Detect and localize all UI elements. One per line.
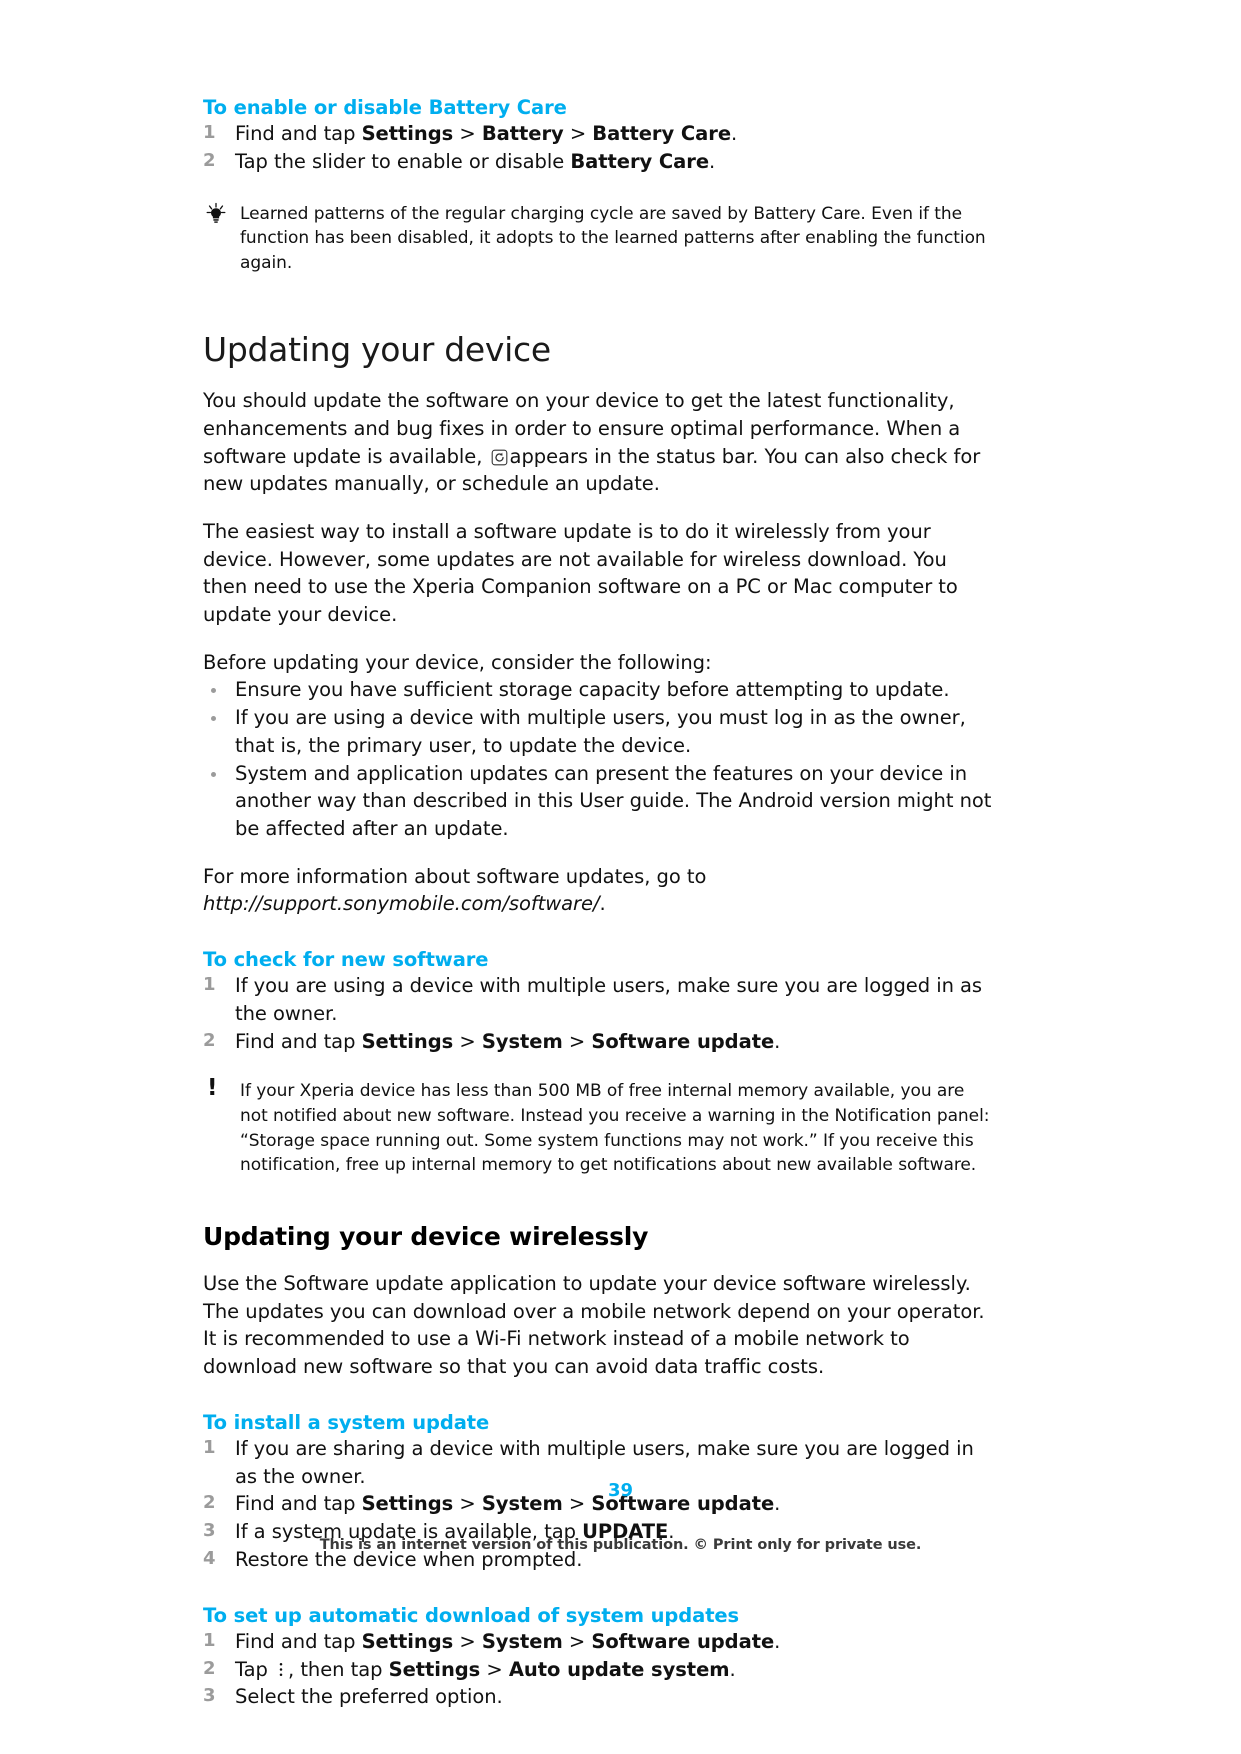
step-number: 1 [203,974,216,996]
heading-auto-download-updates: To set up automatic download of system u… [203,1603,740,1627]
step-number: 1 [203,122,216,144]
battery-care-steps: 1 Find and tap Settings > Battery > Batt… [203,120,993,175]
exclamation-icon: ! [207,1075,218,1102]
list-item: 3 Select the preferred option. [203,1683,993,1711]
page-number: 39 [607,1480,634,1501]
step-text: If you are using a device with multiple … [235,974,983,1026]
list-item: Ensure you have sufficient storage capac… [203,676,993,704]
tip-note: Learned patterns of the regular charging… [203,202,993,276]
footer-disclaimer: This is an internet version of this publ… [319,1537,922,1553]
warning-note: ! If your Xperia device has less than 50… [203,1075,993,1178]
check-software-steps: 1 If you are using a device with multipl… [203,972,993,1055]
document-page: To enable or disable Battery Care 1 Find… [0,0,1241,1754]
updating-paragraph-1: You should update the software on your d… [203,389,981,496]
lightbulb-icon [203,202,231,226]
software-update-refresh-icon [491,449,508,466]
updating-paragraph-3: Before updating your device, consider th… [203,650,712,674]
heading-enable-battery-care: To enable or disable Battery Care [203,96,567,119]
auto-download-steps: 1 Find and tap Settings > System > Softw… [203,1628,993,1711]
heading-updating-wirelessly: Updating your device wirelessly [203,1221,649,1251]
wireless-paragraph: Use the Software update application to u… [203,1271,985,1379]
list-item: 2 Tap , then tap Settings > Auto update … [203,1656,993,1684]
warning-text: If your Xperia device has less than 500 … [240,1081,990,1176]
list-item: System and application updates can prese… [203,760,993,843]
list-item: 1 If you are using a device with multipl… [203,972,993,1027]
page-content: To enable or disable Battery Care 1 Find… [203,96,993,1711]
step-text: Find and tap Settings > Battery > Batter… [235,122,738,146]
step-number: 2 [203,1029,216,1051]
support-url[interactable]: http://support.sonymobile.com/software/ [203,892,600,915]
step-text: Tap , then tap Settings > Auto update sy… [235,1657,736,1681]
tip-text: Learned patterns of the regular charging… [240,203,986,274]
list-item: 2 Find and tap Settings > System > Softw… [203,1028,993,1056]
step-text: Tap the slider to enable or disable Batt… [235,150,716,174]
list-item: 1 Find and tap Settings > System > Softw… [203,1628,993,1656]
list-item: 1 Find and tap Settings > Battery > Batt… [203,120,993,148]
step-number: 1 [203,1437,216,1459]
heading-check-for-new-software: To check for new software [203,947,489,971]
updating-paragraph-4: For more information about software upda… [203,864,707,916]
step-text: Find and tap Settings > System > Softwar… [235,1629,781,1653]
step-number: 1 [203,1629,216,1651]
step-number: 2 [203,150,216,172]
step-number: 2 [203,1657,216,1679]
heading-install-system-update: To install a system update [203,1410,490,1434]
heading-updating-your-device: Updating your device [203,329,551,369]
step-number: 3 [203,1685,216,1707]
list-item: 2 Tap the slider to enable or disable Ba… [203,148,993,176]
updating-considerations-list: Ensure you have sufficient storage capac… [203,676,993,842]
updating-paragraph-2: The easiest way to install a software up… [203,520,958,627]
step-text: Select the preferred option. [235,1685,503,1709]
overflow-menu-dots-icon [278,1661,284,1678]
step-text: Find and tap Settings > System > Softwar… [235,1029,781,1053]
list-item: If you are using a device with multiple … [203,704,993,759]
